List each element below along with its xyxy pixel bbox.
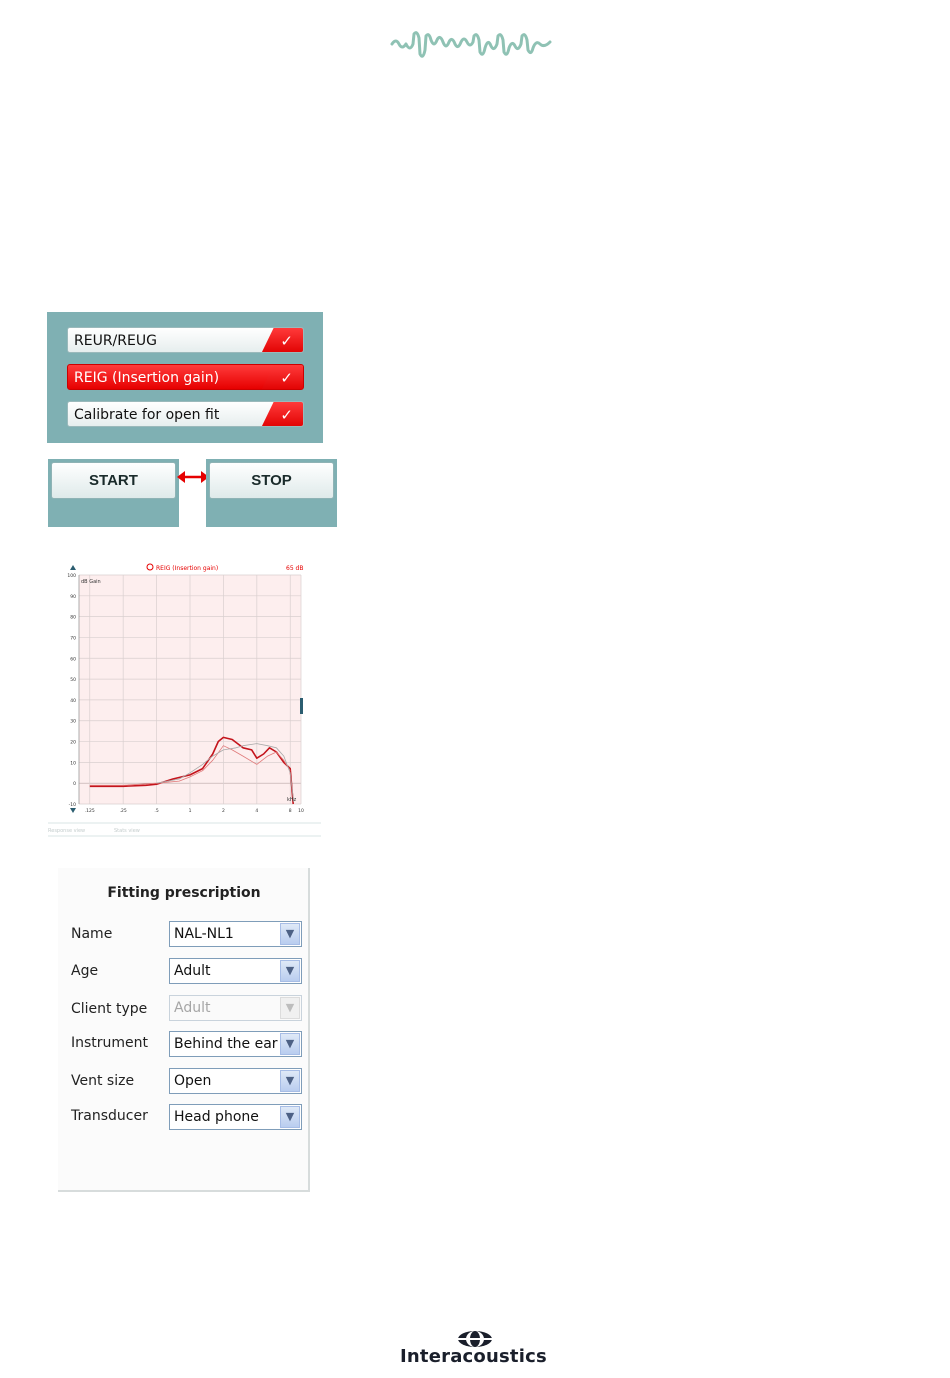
- client-type-value: Adult: [174, 1000, 211, 1016]
- stop-button[interactable]: STOP: [206, 459, 337, 527]
- client-type-select: Adult ▼: [169, 995, 302, 1021]
- x-tick-label: 4: [255, 808, 258, 814]
- graph-level: 65 dB: [286, 565, 303, 572]
- checkmark-icon: ✓: [280, 332, 293, 350]
- x-axis-unit: kHz: [287, 797, 297, 803]
- x-tick-label: 8: [289, 808, 292, 814]
- y-tick-label: 70: [70, 635, 76, 641]
- panel-title: Fitting prescription: [107, 885, 261, 901]
- start-button[interactable]: START: [48, 459, 179, 527]
- ear-icon: [146, 563, 154, 571]
- y-tick-label: 40: [70, 698, 76, 704]
- name-label: Name: [71, 926, 113, 942]
- y-tick-label: 100: [67, 573, 76, 579]
- y-tick-labels: 1009080706050403020100-10: [67, 573, 76, 808]
- test-item-label: Calibrate for open fit: [74, 407, 220, 423]
- y-tick-label: 20: [70, 740, 76, 746]
- y-axis-label: dB Gain: [81, 579, 101, 585]
- scroll-down-icon[interactable]: [70, 808, 76, 813]
- x-tick-label: 10: [298, 808, 304, 814]
- y-tick-label: 10: [70, 760, 76, 766]
- test-list-panel: REUR/REUG ✓ REIG (Insertion gain) ✓ Cali…: [47, 312, 323, 443]
- tab-response-view[interactable]: Response view: [48, 828, 85, 834]
- checkmark-icon: ✓: [280, 406, 293, 424]
- vent-size-label: Vent size: [71, 1073, 135, 1089]
- y-tick-label: 90: [70, 594, 76, 600]
- name-value: NAL-NL1: [174, 926, 234, 942]
- name-select[interactable]: NAL-NL1 ▼: [169, 921, 302, 947]
- double-arrow-icon: [177, 471, 209, 483]
- y-tick-label: 30: [70, 719, 76, 725]
- fitting-prescription-panel: Fitting prescription Name NAL-NL1 ▼ Age …: [58, 868, 310, 1192]
- reig-graph: 1009080706050403020100-10 .125.25.5 1 2 4 8 1…: [48, 563, 321, 837]
- brand-name: Interacoustics: [400, 1346, 547, 1367]
- test-item-label: REIG (Insertion gain): [74, 370, 220, 386]
- start-button-label: START: [51, 462, 176, 499]
- instrument-label: Instrument: [71, 1035, 149, 1051]
- age-value: Adult: [174, 963, 211, 979]
- test-item-label: REUR/REUG: [74, 333, 157, 349]
- y-tick-label: -10: [69, 802, 76, 808]
- scroll-up-icon[interactable]: [70, 565, 76, 570]
- age-select[interactable]: Adult ▼: [169, 958, 302, 984]
- test-item-reig[interactable]: REIG (Insertion gain) ✓: [67, 364, 304, 390]
- client-type-label: Client type: [71, 1001, 148, 1017]
- chevron-down-icon[interactable]: ▼: [280, 1070, 300, 1092]
- test-item-reur-reug[interactable]: REUR/REUG ✓: [67, 327, 304, 353]
- vent-size-select[interactable]: Open ▼: [169, 1068, 302, 1094]
- stop-button-label: STOP: [209, 462, 334, 499]
- chevron-down-icon: ▼: [280, 997, 300, 1019]
- test-item-calibrate-open-fit[interactable]: Calibrate for open fit ✓: [67, 401, 304, 427]
- wave-icon: [390, 31, 552, 58]
- checkmark-icon: ✓: [280, 369, 293, 387]
- chevron-down-icon[interactable]: ▼: [280, 923, 300, 945]
- graph-title: REIG (Insertion gain): [156, 565, 218, 572]
- y-tick-label: 0: [73, 781, 76, 787]
- instrument-value: Behind the ear: [174, 1036, 278, 1052]
- chevron-down-icon[interactable]: ▼: [280, 1033, 300, 1055]
- x-tick-label: .125: [85, 808, 95, 814]
- x-tick-labels: .125 .25 .5 1 2 4 8 10: [85, 808, 304, 814]
- x-tick-label: 1: [189, 808, 192, 814]
- graph-resize-handle[interactable]: [300, 698, 303, 714]
- transducer-select[interactable]: Head phone ▼: [169, 1104, 302, 1130]
- y-tick-label: 50: [70, 677, 76, 683]
- tab-stats-view[interactable]: Stats view: [114, 828, 140, 834]
- transducer-value: Head phone: [174, 1109, 259, 1125]
- x-tick-label: .25: [120, 808, 127, 814]
- age-label: Age: [71, 963, 99, 979]
- vent-size-value: Open: [174, 1073, 212, 1089]
- chevron-down-icon[interactable]: ▼: [280, 960, 300, 982]
- y-tick-label: 60: [70, 656, 76, 662]
- chevron-down-icon[interactable]: ▼: [280, 1106, 300, 1128]
- transducer-label: Transducer: [71, 1108, 148, 1124]
- x-tick-label: 2: [222, 808, 225, 814]
- x-tick-label: .5: [154, 808, 158, 814]
- y-tick-label: 80: [70, 615, 76, 621]
- instrument-select[interactable]: Behind the ear ▼: [169, 1031, 302, 1057]
